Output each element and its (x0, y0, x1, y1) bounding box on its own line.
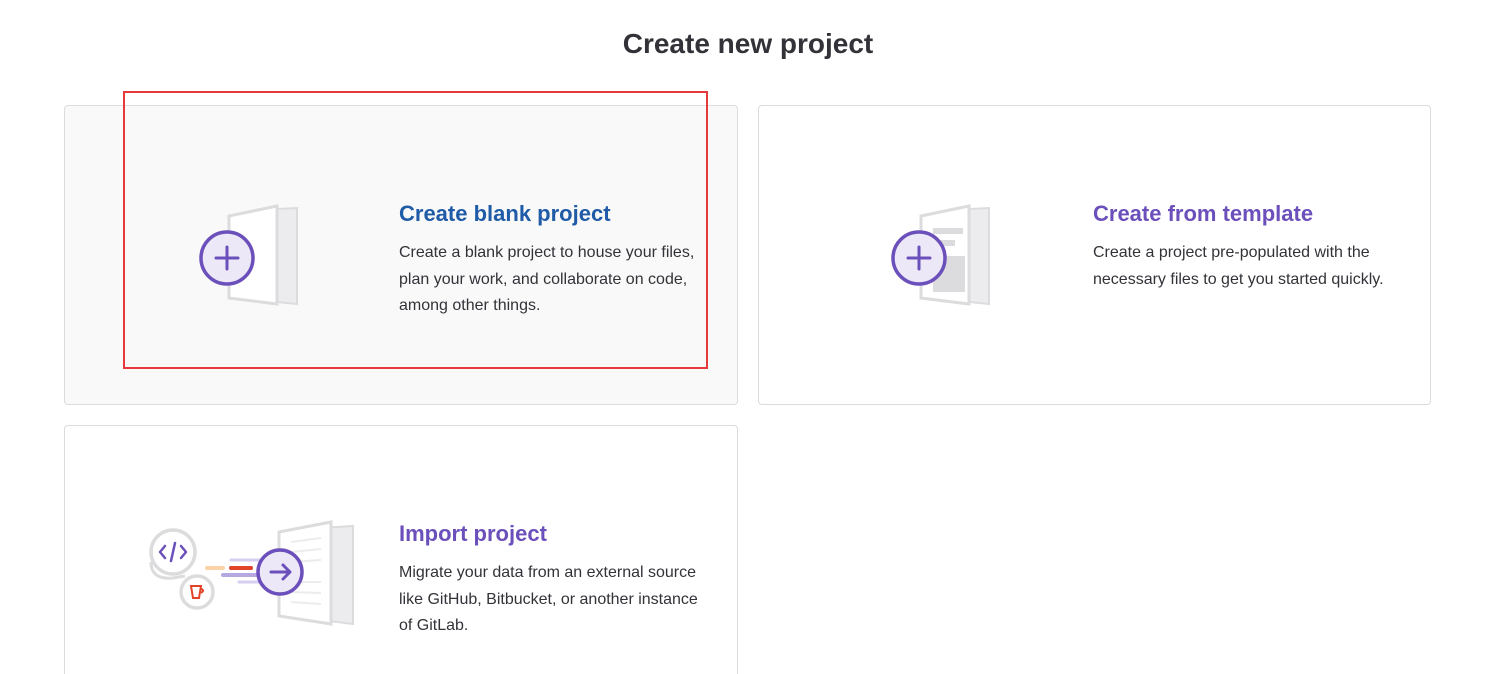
import-project-description: Migrate your data from an external sourc… (399, 564, 698, 634)
create-from-template-card[interactable]: Create from template Create a project pr… (758, 105, 1431, 405)
import-project-card[interactable]: Import project Migrate your data from an… (64, 425, 738, 674)
plus-document-icon (199, 204, 319, 306)
import-project-text: Import project Migrate your data from an… (399, 520, 699, 640)
create-blank-project-text: Create blank project Create a blank proj… (399, 200, 699, 320)
template-document-icon (891, 204, 1011, 306)
create-from-template-text: Create from template Create a project pr… (1093, 200, 1393, 293)
import-project-heading[interactable]: Import project (399, 520, 699, 548)
create-from-template-heading[interactable]: Create from template (1093, 200, 1393, 228)
create-blank-project-heading[interactable]: Create blank project (399, 200, 699, 228)
create-from-template-description: Create a project pre-populated with the … (1093, 244, 1384, 288)
create-project-page: Create new project Create blank project … (0, 0, 1490, 674)
import-arrow-icon (143, 520, 373, 632)
page-title: Create new project (622, 28, 874, 59)
create-blank-project-card[interactable]: Create blank project Create a blank proj… (64, 105, 738, 405)
create-blank-project-description: Create a blank project to house your fil… (399, 244, 695, 314)
